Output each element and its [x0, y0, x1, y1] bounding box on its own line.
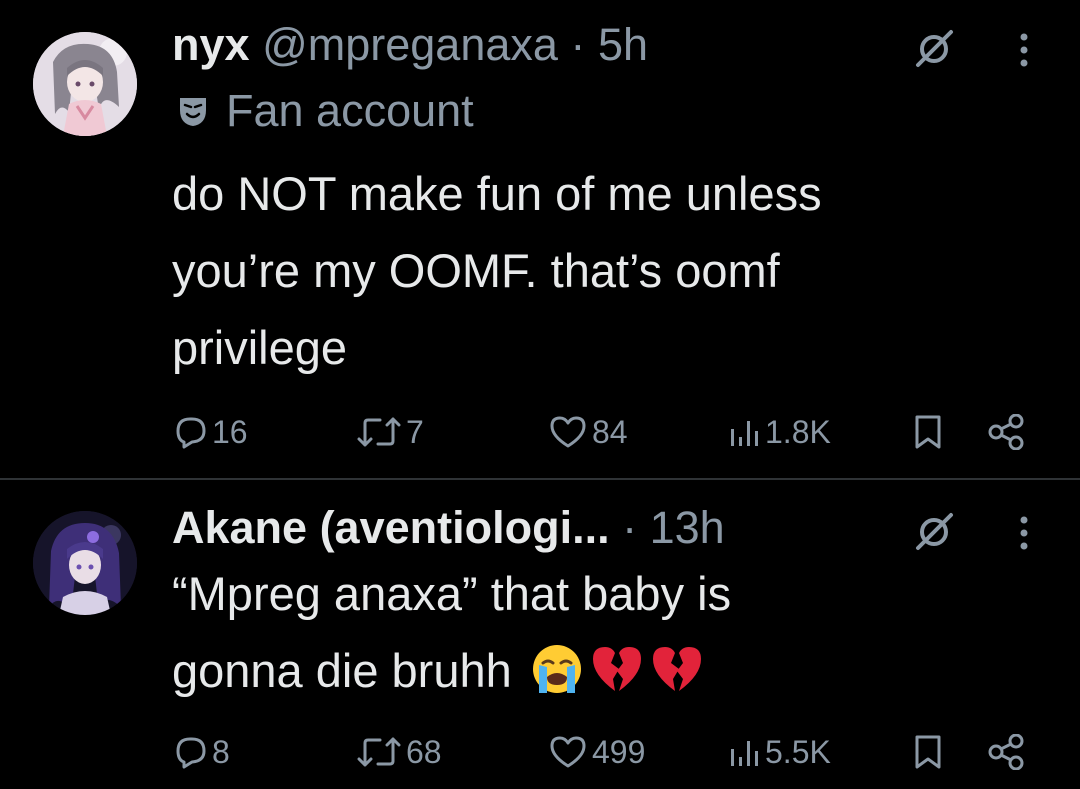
- fan-account-mask-icon: [180, 98, 206, 126]
- tweet-actions: 8 68 499 5.5K: [0, 727, 1080, 777]
- views-count: 1.8K: [765, 413, 831, 450]
- more-icon[interactable]: [1012, 30, 1036, 70]
- repost-button[interactable]: 68: [356, 727, 442, 777]
- views-icon: [731, 421, 758, 446]
- share-button[interactable]: [986, 407, 1026, 457]
- separator-dot: ·: [622, 502, 638, 553]
- author-name[interactable]: nyx: [172, 19, 250, 70]
- author-handle[interactable]: @mpreganaxa: [262, 19, 558, 70]
- tweet-text-line: “Mpreg anaxa” that baby is: [172, 567, 732, 620]
- share-icon: [988, 734, 1024, 770]
- like-count: 499: [592, 733, 646, 770]
- avatar-illustration-icon: [33, 511, 137, 615]
- tweet[interactable]: nyx @mpreganaxa · 5h Fan account do NOT …: [0, 0, 1080, 478]
- repost-count: 7: [406, 413, 424, 450]
- timestamp[interactable]: 13h: [650, 502, 725, 553]
- repost-icon: [357, 737, 401, 767]
- views-button[interactable]: 5.5K: [727, 727, 831, 777]
- avatar-illustration-icon: [33, 32, 137, 136]
- loudly-crying-face-icon: [532, 645, 581, 693]
- repost-button[interactable]: 7: [356, 407, 424, 457]
- views-count: 5.5K: [765, 733, 831, 770]
- tweet-text-line: you’re my OOMF. that’s oomf: [172, 244, 780, 297]
- broken-heart-icon: [592, 647, 641, 691]
- views-button[interactable]: 1.8K: [727, 407, 831, 457]
- reply-icon: [176, 417, 206, 449]
- tweet-text-line: privilege: [172, 321, 348, 374]
- like-icon: [550, 736, 586, 768]
- tweet-actions: 16 7 84 1.8K: [0, 407, 1080, 457]
- reply-icon: [176, 737, 206, 769]
- tweet-text-line: gonna die bruhh: [172, 632, 1032, 709]
- views-icon: [731, 741, 758, 766]
- avatar[interactable]: [33, 511, 137, 615]
- author-name[interactable]: Akane (aventiologi...: [172, 502, 610, 553]
- share-icon: [988, 414, 1024, 450]
- repost-icon: [357, 417, 401, 447]
- tweet[interactable]: Akane (aventiologi... · 13h “Mpreg anaxa…: [0, 480, 1080, 789]
- like-icon: [550, 416, 586, 448]
- bookmark-button[interactable]: [912, 727, 944, 777]
- tweet-header: Akane (aventiologi... · 13h: [172, 501, 725, 555]
- like-count: 84: [592, 413, 628, 450]
- repost-count: 68: [406, 733, 442, 770]
- tweet-header: nyx @mpreganaxa · 5h: [172, 18, 648, 72]
- bookmark-icon: [915, 735, 941, 769]
- separator-dot: ·: [570, 19, 586, 70]
- broken-heart-icon: [652, 647, 701, 691]
- share-button[interactable]: [986, 727, 1026, 777]
- tweet-text-line-content: gonna die bruhh: [172, 644, 512, 697]
- fan-account-label: Fan account: [176, 84, 474, 138]
- grok-icon[interactable]: [912, 28, 956, 68]
- tweet-text-line: do NOT make fun of me unless: [172, 167, 822, 220]
- grok-icon[interactable]: [912, 511, 956, 551]
- bookmark-button[interactable]: [912, 407, 944, 457]
- reply-count: 16: [212, 413, 248, 450]
- reply-count: 8: [212, 733, 230, 770]
- reply-button[interactable]: 8: [172, 727, 230, 777]
- tweet-text: “Mpreg anaxa” that baby is gonna die bru…: [172, 555, 1032, 709]
- bookmark-icon: [915, 415, 941, 449]
- avatar[interactable]: [33, 32, 137, 136]
- tweet-text: do NOT make fun of me unless you’re my O…: [172, 155, 1032, 386]
- reply-button[interactable]: 16: [172, 407, 248, 457]
- more-icon[interactable]: [1012, 513, 1036, 553]
- like-button[interactable]: 84: [548, 407, 628, 457]
- like-button[interactable]: 499: [548, 727, 645, 777]
- timestamp[interactable]: 5h: [598, 19, 648, 70]
